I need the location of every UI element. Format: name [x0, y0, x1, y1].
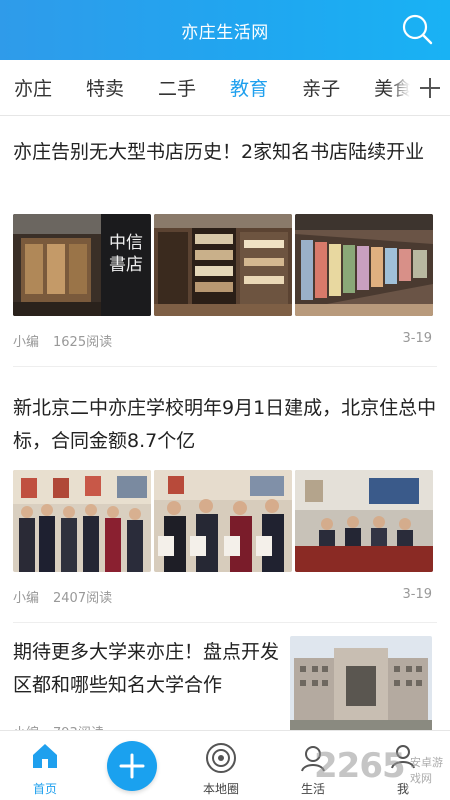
- article-meta: 小编 1625阅读 3-19: [13, 331, 432, 350]
- article-author: 小编: [13, 335, 40, 350]
- bookstore-sign-line2: 書店: [109, 255, 143, 275]
- article-read-count: 2407阅读: [53, 591, 113, 606]
- tabs-fade: [390, 60, 410, 115]
- nav-label: 生活: [300, 782, 325, 796]
- nav-home[interactable]: 首页: [0, 731, 90, 800]
- tab-parenting[interactable]: 亲子: [302, 74, 340, 101]
- signing-ceremony-image: [13, 470, 151, 572]
- university-building-image: [290, 636, 432, 732]
- article-card[interactable]: 期待更多大学来亦庄！盘点开发区都和哪些知名大学合作 小编 793阅读: [0, 622, 450, 741]
- local-circle-icon: [206, 743, 236, 773]
- nav-label: 本地圈: [202, 782, 239, 796]
- nav-label: 我: [396, 782, 409, 796]
- article-date: 3-19: [402, 587, 432, 602]
- bookstore-entrance-image: 中信 書店: [13, 214, 151, 316]
- bookstore-interior-image: [154, 214, 292, 316]
- tab-secondhand[interactable]: 二手: [158, 74, 196, 101]
- home-icon: [33, 744, 57, 768]
- article-thumbnails: [13, 470, 433, 572]
- article-title[interactable]: 新北京二中亦庄学校明年9月1日建成，北京住总中标，合同金额8.7个亿: [13, 392, 437, 458]
- nav-label: 首页: [32, 782, 57, 796]
- article-card[interactable]: 亦庄告别无大型书店历史！2家知名书店陆续开业 中信 書店 小编 1625阅读 3…: [0, 116, 450, 367]
- tab-yizhuang[interactable]: 亦庄: [14, 74, 52, 101]
- article-author: 小编: [13, 591, 40, 606]
- article-title[interactable]: 期待更多大学来亦庄！盘点开发区都和哪些知名大学合作: [13, 636, 281, 702]
- life-icon: [301, 746, 325, 772]
- article-meta: 小编 2407阅读 3-19: [13, 587, 432, 606]
- article-card[interactable]: 新北京二中亦庄学校明年9月1日建成，北京住总中标，合同金额8.7个亿 小编 24…: [0, 366, 450, 623]
- nav-life[interactable]: 生活: [268, 731, 358, 800]
- tab-education[interactable]: 教育: [230, 74, 268, 101]
- plus-icon: [420, 77, 440, 98]
- search-icon[interactable]: [400, 12, 434, 46]
- bookstore-shelves-image: [295, 214, 433, 316]
- category-tabs: 亦庄 特卖 二手 教育 亲子 美食: [0, 60, 450, 116]
- contract-signing-image: [154, 470, 292, 572]
- add-icon: [119, 753, 145, 779]
- bookstore-sign-line1: 中信: [109, 233, 143, 253]
- more-tabs-button[interactable]: [410, 60, 450, 115]
- article-thumbnails: 中信 書店: [13, 214, 433, 316]
- add-post-button[interactable]: [107, 741, 157, 791]
- meeting-room-image: [295, 470, 433, 572]
- tab-sale[interactable]: 特卖: [86, 74, 124, 101]
- nav-profile[interactable]: 我: [358, 731, 448, 800]
- nav-local-circle[interactable]: 本地圈: [176, 731, 266, 800]
- profile-icon: [391, 745, 415, 769]
- bottom-nav: 首页 本地圈 生活 我: [0, 730, 450, 800]
- article-date: 3-19: [402, 331, 432, 346]
- article-title[interactable]: 亦庄告别无大型书店历史！2家知名书店陆续开业: [13, 136, 437, 169]
- app-title: 亦庄生活网: [181, 22, 269, 43]
- app-header: 亦庄生活网: [0, 0, 450, 60]
- article-read-count: 1625阅读: [53, 335, 113, 350]
